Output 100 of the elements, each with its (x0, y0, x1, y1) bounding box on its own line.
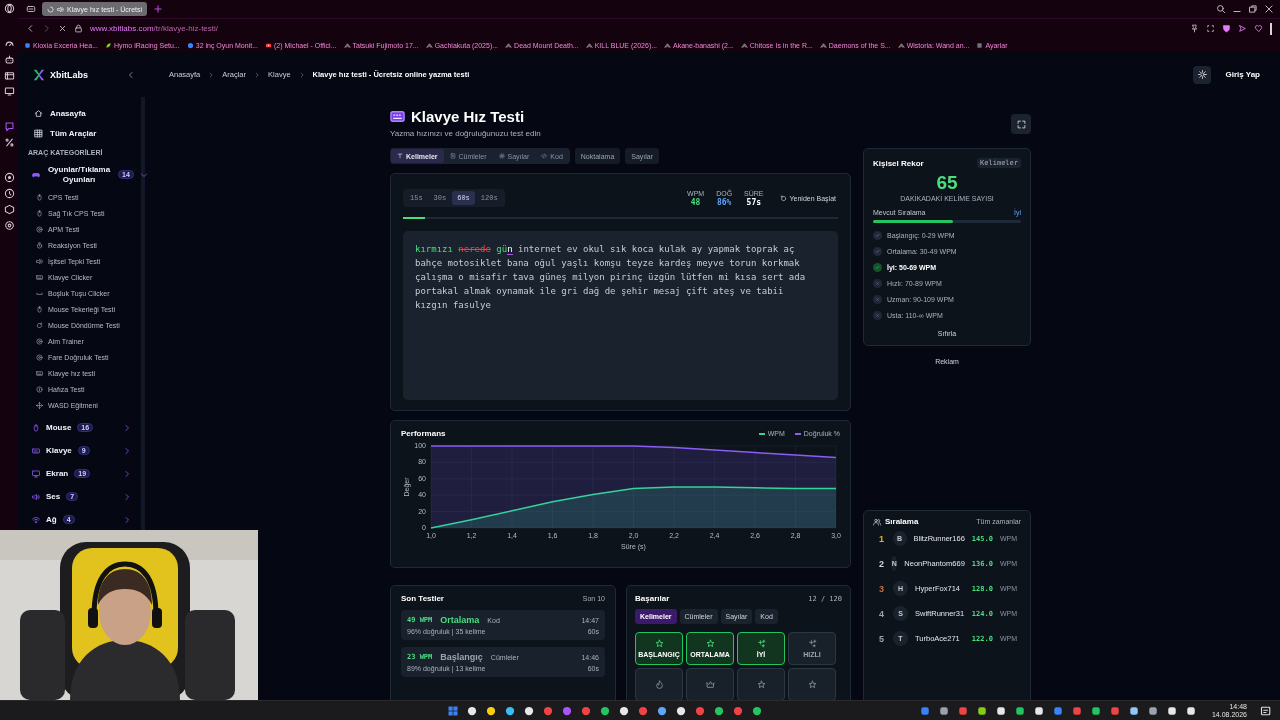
text-line: internet ev okul sık koca kulak ay yapmak toprak aç (518, 244, 795, 254)
tray-icon[interactable] (1165, 704, 1178, 717)
site-icon (24, 41, 31, 49)
tray-icon[interactable] (1127, 704, 1140, 717)
cube-icon[interactable] (3, 204, 15, 215)
logo-icon[interactable] (32, 67, 46, 82)
flame-icon (654, 680, 664, 689)
nav-item[interactable]: Anasayfa (28, 103, 137, 123)
clock-icon[interactable] (3, 188, 15, 199)
tray-icon[interactable] (994, 704, 1007, 717)
current-word: gün (496, 244, 513, 255)
percent-icon[interactable] (3, 137, 15, 148)
shield-icon[interactable] (1222, 24, 1231, 33)
back-icon[interactable] (26, 24, 35, 33)
leaf-icon (105, 41, 112, 49)
rotate-icon (36, 321, 43, 329)
tray-icon[interactable] (1146, 704, 1159, 717)
card-title: Sıralama (885, 517, 919, 526)
close-icon[interactable] (1264, 4, 1274, 14)
peak-icon (585, 41, 593, 49)
mouse-icon (36, 305, 43, 313)
monitor-icon (32, 469, 40, 478)
card-title: Başarılar (635, 594, 670, 603)
app-icon[interactable] (599, 704, 611, 717)
star-icon (756, 680, 766, 689)
chevron-icon (254, 71, 261, 78)
loading-icon (47, 5, 54, 13)
login-button[interactable]: Giriş Yap (1223, 68, 1262, 81)
chevron-icon (208, 71, 215, 78)
fullscreen-button[interactable] (1011, 114, 1031, 134)
keyboard-icon (390, 109, 405, 124)
timer-icon (36, 241, 43, 249)
mouse-icon (36, 209, 43, 217)
app-icon[interactable] (656, 704, 668, 717)
rank-number: 3 (879, 583, 885, 594)
star-icon (654, 639, 664, 648)
speaker-icon (32, 492, 40, 501)
level-text: Başlangıç (440, 652, 483, 662)
nav-item[interactable]: Tüm Araçlar (28, 123, 137, 143)
app-icon[interactable] (618, 704, 630, 717)
plus-icon[interactable] (153, 4, 164, 14)
tray-icon[interactable] (1089, 704, 1102, 717)
peak-icon (425, 41, 433, 49)
tabs-icon[interactable] (26, 4, 36, 14)
stop-icon[interactable] (58, 24, 67, 33)
info-icon (36, 385, 43, 393)
text-line: çalışma o misafir tava güneş milyon pirinç üzgün lütfen mi kısa sert ada (415, 271, 807, 284)
tray-icon[interactable] (975, 704, 988, 717)
pin-icon[interactable] (1190, 24, 1199, 33)
tray-icon[interactable] (1032, 704, 1045, 717)
app-icon[interactable] (504, 704, 516, 717)
tray-icon[interactable] (1184, 704, 1197, 717)
robot-icon[interactable] (3, 54, 15, 65)
app-icon[interactable] (675, 704, 687, 717)
target-icon (36, 225, 43, 233)
app-icon[interactable] (523, 704, 535, 717)
home-icon (34, 108, 43, 118)
settings-icon[interactable] (3, 220, 15, 231)
restart-icon (779, 194, 787, 202)
search-icon[interactable] (1216, 4, 1226, 14)
address-field[interactable]: www.xbitlabs.com/tr/klavye-hiz-testi/ (90, 24, 219, 33)
restore-icon[interactable] (1248, 4, 1258, 14)
chevron-icon (298, 71, 305, 78)
mouse-icon (32, 423, 40, 432)
notification-icon[interactable] (1260, 704, 1272, 717)
rank-number: 2 (879, 558, 884, 569)
app-icon[interactable] (485, 704, 497, 717)
play-circle-icon[interactable] (3, 172, 15, 183)
peak-icon (897, 41, 905, 49)
peak-icon (343, 41, 351, 49)
peak-icon (664, 41, 672, 49)
send-icon[interactable] (1238, 24, 1247, 33)
text-line: kızgın fasulye (415, 299, 492, 312)
text-line: portakal almak oynamak ile gri dağ de şehir mesaj çift ateş ve tabii (415, 285, 785, 298)
grid-icon (34, 128, 43, 138)
mouse-icon (36, 193, 43, 201)
app-icon[interactable] (713, 704, 725, 717)
tray-icon[interactable] (937, 704, 950, 717)
screen-icon[interactable] (3, 86, 15, 97)
chat-icon[interactable] (3, 121, 15, 132)
gauge-icon[interactable] (3, 38, 15, 49)
theme-button[interactable] (1193, 65, 1212, 84)
sparkle-icon (807, 639, 817, 648)
text-line: bahçe motosiklet bana oğul yaşlı komşu teyze kardeş meyve torun korkmak (415, 257, 801, 270)
ring-logo-icon[interactable] (3, 3, 15, 14)
note-icon (449, 153, 456, 159)
peak-icon (819, 41, 827, 49)
start-icon[interactable] (447, 704, 459, 717)
typed-word: nerede (458, 244, 491, 254)
app-icon[interactable] (466, 704, 478, 717)
video-icon (265, 41, 272, 49)
wallet-icon[interactable] (3, 70, 15, 81)
snapshot-icon[interactable] (1206, 24, 1215, 33)
logo-text[interactable]: XbitLabs (50, 69, 88, 80)
heart-icon[interactable] (1254, 24, 1263, 33)
tray-icon[interactable] (1013, 704, 1026, 717)
card-title: Performans (401, 429, 446, 438)
keyboard-icon (36, 273, 43, 281)
app-icon[interactable] (751, 704, 763, 717)
typing-area[interactable] (403, 231, 838, 400)
